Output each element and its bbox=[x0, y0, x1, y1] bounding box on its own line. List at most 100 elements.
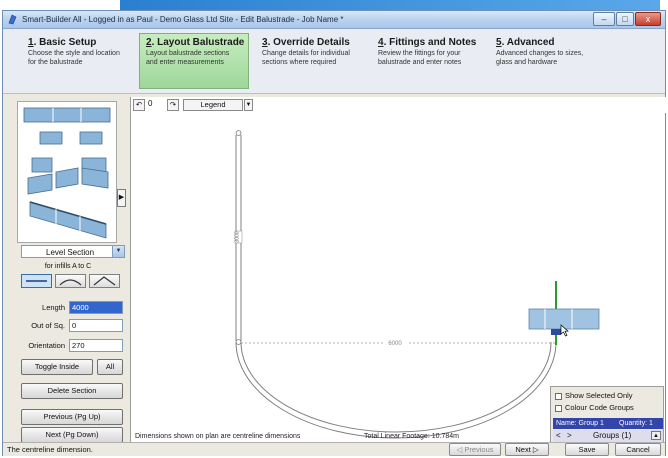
step-title: Advanced bbox=[506, 37, 555, 48]
rotation-value: 0 bbox=[148, 99, 153, 108]
step-description: Change details for individual sections w… bbox=[262, 50, 350, 66]
delete-section-button[interactable]: Delete Section bbox=[21, 383, 123, 399]
status-bar: The centreline dimension. ◁ Previous Nex… bbox=[3, 442, 665, 456]
step-description: Choose the style and location for the ba… bbox=[28, 50, 120, 66]
maximize-button[interactable]: □ bbox=[616, 12, 634, 26]
step-override-details[interactable]: 3. Override Details Change details for i… bbox=[255, 33, 367, 89]
step-fittings-notes[interactable]: 4. Fittings and Notes Review the fitting… bbox=[371, 33, 485, 89]
group-name: Name: Group 1 bbox=[556, 420, 604, 427]
colour-code-groups-checkbox[interactable]: Colour Code Groups bbox=[555, 403, 634, 413]
dimensions-note: Dimensions shown on plan are centreline … bbox=[135, 433, 301, 440]
app-icon bbox=[8, 14, 17, 25]
legend-select[interactable]: Legend bbox=[183, 99, 243, 111]
section-type-select[interactable]: Level Section ▼ bbox=[21, 245, 125, 258]
straight-line-icon bbox=[26, 280, 47, 282]
wizard-next-button[interactable]: Next ▷ bbox=[505, 443, 549, 456]
orientation-row: Orientation 270 bbox=[7, 339, 129, 352]
side-dimension-label: 3000 bbox=[235, 231, 241, 242]
section-panel: ▶ Level Section ▼ for infills A to C Len… bbox=[7, 97, 129, 444]
previous-section-button[interactable]: Previous (Pg Up) bbox=[21, 409, 123, 425]
post-marker[interactable] bbox=[235, 130, 242, 136]
orientation-label: Orientation bbox=[28, 341, 65, 350]
curved-rail-outer[interactable] bbox=[235, 341, 557, 439]
step-layout-balustrade[interactable]: 2. Layout Balustrade Layout balustrade s… bbox=[139, 33, 249, 89]
chevron-left-icon[interactable]: < bbox=[556, 430, 561, 442]
checkbox-icon[interactable] bbox=[555, 392, 562, 400]
peak-icon bbox=[93, 276, 116, 286]
canvas-toolbar: ↶ 0 ↷ Legend ▼ bbox=[131, 97, 666, 113]
step-description: Advanced changes to sizes, glass and har… bbox=[496, 50, 584, 66]
thumb-short-sections[interactable] bbox=[39, 131, 103, 145]
section-handle[interactable] bbox=[551, 329, 561, 335]
section-thumbnails bbox=[23, 107, 111, 239]
groups-panel: Show Selected Only Colour Code Groups Na… bbox=[550, 386, 664, 444]
straight-shape-button[interactable] bbox=[21, 274, 52, 288]
post-marker[interactable] bbox=[235, 339, 242, 345]
groups-navigator: < > Groups (1) ▲ bbox=[553, 430, 663, 442]
minimize-button[interactable]: – bbox=[593, 12, 615, 26]
close-button[interactable]: x bbox=[635, 12, 661, 26]
step-advanced[interactable]: 5. Advanced Advanced changes to sizes, g… bbox=[489, 33, 601, 89]
step-description: Review the fittings for your balustrade … bbox=[378, 50, 462, 66]
step-number: 1 bbox=[28, 37, 34, 48]
step-number: 2 bbox=[146, 37, 152, 48]
checkbox-icon[interactable] bbox=[555, 404, 562, 412]
section-type-gallery bbox=[17, 101, 117, 243]
out-of-square-row: Out of Sq. 0 bbox=[7, 319, 129, 332]
show-selected-only-checkbox[interactable]: Show Selected Only bbox=[555, 391, 633, 401]
section-type-value: Level Section bbox=[46, 248, 95, 257]
wizard-previous-button[interactable]: ◁ Previous bbox=[449, 443, 501, 456]
rotate-right-icon[interactable]: ↷ bbox=[167, 99, 179, 111]
save-button[interactable]: Save bbox=[565, 443, 609, 456]
wizard-steps: 1. Basic Setup Choose the style and loca… bbox=[3, 30, 665, 94]
status-text: The centreline dimension. bbox=[7, 445, 93, 454]
group-row[interactable]: Name: Group 1 Quantity: 1 bbox=[553, 418, 663, 429]
curve-icon bbox=[59, 279, 82, 286]
dimension-label: 6000 bbox=[388, 341, 402, 347]
wizard-next-label: Next bbox=[515, 445, 531, 454]
group-quantity: Quantity: 1 bbox=[619, 420, 653, 427]
thumb-stair-section[interactable] bbox=[29, 201, 107, 239]
length-row: Length 4000 bbox=[7, 301, 129, 314]
step-title: Layout Balustrade bbox=[157, 37, 245, 48]
window-title: Smart-Builder All - Logged in as Paul - … bbox=[22, 15, 344, 24]
next-section-button[interactable]: Next (Pg Down) bbox=[21, 427, 123, 443]
layout-canvas[interactable]: ↶ 0 ↷ Legend ▼ 3000 6000 Dimensions show… bbox=[130, 97, 666, 444]
orientation-field[interactable]: 270 bbox=[69, 339, 123, 352]
infills-label: for infills A to C bbox=[44, 263, 92, 270]
step-number: 3 bbox=[262, 37, 268, 48]
step-number: 5 bbox=[496, 37, 502, 48]
curved-rail-inner[interactable] bbox=[240, 341, 552, 433]
thumb-straight-section[interactable] bbox=[23, 107, 111, 123]
gallery-expand-button[interactable]: ▶ bbox=[117, 189, 126, 207]
chevron-up-icon[interactable]: ▲ bbox=[651, 431, 661, 440]
app-window: Smart-Builder All - Logged in as Paul - … bbox=[2, 10, 666, 456]
glass-panel[interactable] bbox=[528, 308, 600, 330]
step-title: Override Details bbox=[273, 37, 350, 48]
step-number: 4 bbox=[378, 37, 384, 48]
convex-curve-button[interactable] bbox=[55, 274, 86, 288]
chevron-down-icon[interactable]: ▼ bbox=[112, 246, 124, 257]
out-of-square-label: Out of Sq. bbox=[31, 321, 65, 330]
length-field[interactable]: 4000 bbox=[69, 301, 123, 314]
toggle-inside-button[interactable]: Toggle Inside bbox=[21, 359, 93, 375]
chevron-right-icon[interactable]: > bbox=[567, 430, 572, 442]
chevron-right-icon: ▷ bbox=[530, 445, 539, 454]
step-title: Basic Setup bbox=[39, 37, 97, 48]
length-label: Length bbox=[42, 303, 65, 312]
step-title: Fittings and Notes bbox=[389, 37, 477, 48]
step-description: Layout balustrade sections and enter mea… bbox=[146, 50, 230, 66]
peaked-shape-button[interactable] bbox=[89, 274, 120, 288]
show-selected-only-label: Show Selected Only bbox=[565, 391, 633, 400]
groups-count: Groups (1) bbox=[593, 431, 632, 440]
chevron-down-icon[interactable]: ▼ bbox=[244, 99, 253, 111]
rotate-left-icon[interactable]: ↶ bbox=[133, 99, 145, 111]
title-bar: Smart-Builder All - Logged in as Paul - … bbox=[3, 11, 665, 29]
colour-code-groups-label: Colour Code Groups bbox=[565, 403, 634, 412]
total-footage: Total Linear Footage: 10.784m bbox=[364, 433, 459, 440]
toggle-all-button[interactable]: All bbox=[97, 359, 123, 375]
step-basic-setup[interactable]: 1. Basic Setup Choose the style and loca… bbox=[21, 33, 133, 89]
cancel-button[interactable]: Cancel bbox=[615, 443, 661, 456]
wizard-previous-label: Previous bbox=[464, 445, 494, 454]
out-of-square-field[interactable]: 0 bbox=[69, 319, 123, 332]
